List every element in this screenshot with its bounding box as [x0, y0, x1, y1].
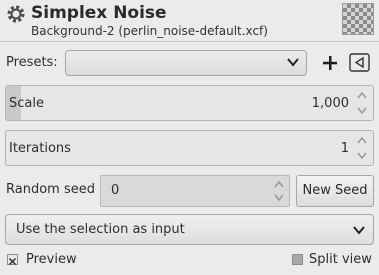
iterations-value: 1 [340, 141, 349, 156]
iterations-stepper[interactable] [355, 133, 369, 163]
menu-triangle-icon [349, 53, 370, 72]
scale-value: 1,000 [311, 96, 349, 111]
split-view-checkbox[interactable] [292, 254, 303, 265]
selection-input-dropdown[interactable]: Use the selection as input [5, 214, 374, 245]
presets-menu-button[interactable] [349, 53, 370, 72]
scale-spinscale[interactable]: Scale 1,000 [5, 85, 374, 121]
image-subtitle: Background-2 (perlin_noise-default.xcf) [31, 24, 268, 38]
presets-dropdown[interactable] [65, 50, 307, 76]
scale-label: Scale [9, 96, 44, 111]
presets-label: Presets: [6, 55, 58, 70]
check-mark-icon [8, 257, 17, 266]
plus-icon [323, 56, 337, 70]
new-seed-button[interactable]: New Seed [296, 175, 374, 207]
chevron-down-icon [287, 58, 299, 67]
iterations-spinscale[interactable]: Iterations 1 [5, 130, 374, 166]
chevron-down-icon [353, 226, 365, 235]
selection-input-value: Use the selection as input [16, 222, 185, 237]
seed-stepper[interactable] [272, 178, 286, 204]
random-seed-value: 0 [111, 183, 120, 198]
preview-checkbox[interactable] [7, 254, 18, 266]
preview-label[interactable]: Preview [26, 252, 77, 267]
add-preset-button[interactable] [320, 53, 340, 73]
dialog-title: Simplex Noise [31, 3, 167, 23]
gegl-gear-icon [6, 4, 26, 24]
split-view-label[interactable]: Split view [309, 252, 372, 267]
random-seed-label: Random seed [6, 182, 95, 197]
random-seed-input[interactable]: 0 [100, 175, 290, 207]
layer-thumbnail [342, 3, 374, 35]
header-separator [0, 41, 379, 42]
scale-stepper[interactable] [355, 88, 369, 118]
iterations-label: Iterations [9, 141, 71, 156]
